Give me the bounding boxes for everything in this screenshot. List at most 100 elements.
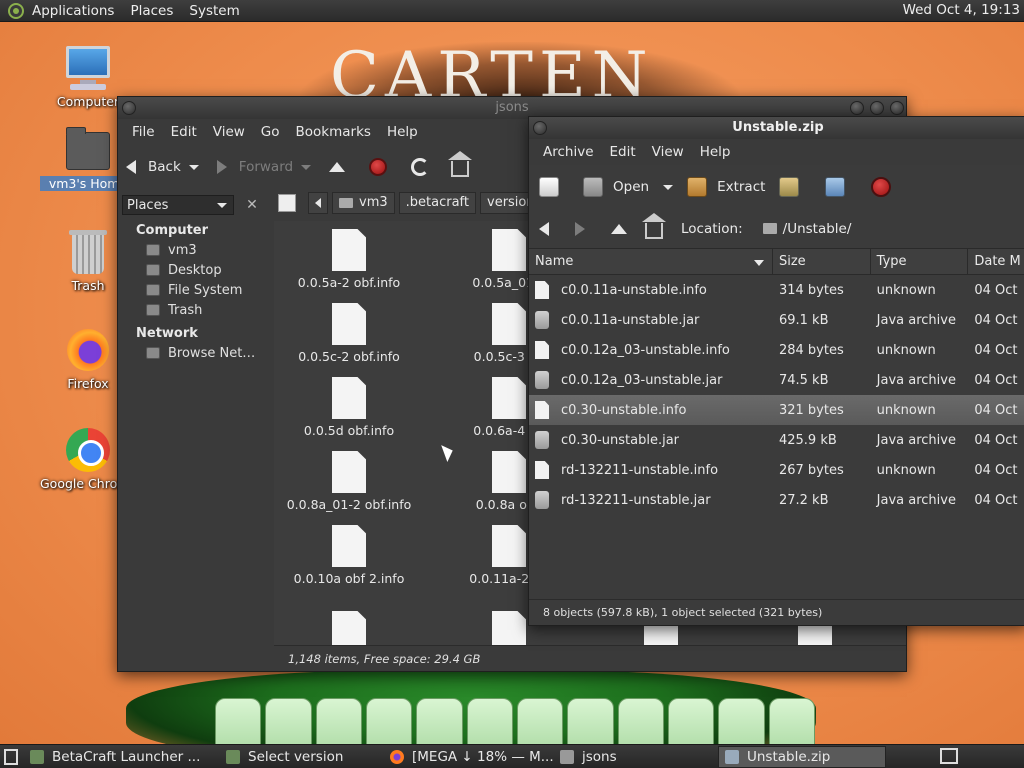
taskbar-item[interactable]: Select version <box>220 746 384 768</box>
taskbar-item[interactable]: [MEGA ↓ 18% — M... <box>384 746 554 768</box>
back-button[interactable]: Back <box>126 159 199 175</box>
menu-go[interactable]: Go <box>253 124 288 140</box>
sidebar-item-desktop[interactable]: Desktop <box>118 260 270 280</box>
file-item-partial[interactable] <box>274 611 424 647</box>
column-header-type[interactable]: Type <box>871 249 969 274</box>
menu-edit[interactable]: Edit <box>163 124 205 140</box>
breadcrumb-betacraft[interactable]: .betacraft <box>398 192 476 214</box>
edit-location-icon[interactable] <box>278 194 296 212</box>
chrome-icon <box>64 426 112 474</box>
table-row[interactable]: rd-132211-unstable.jar 27.2 kB Java arch… <box>529 485 1024 515</box>
home-folder-icon <box>64 126 112 174</box>
forward-button[interactable] <box>575 221 589 236</box>
sidebar-item-browse-network[interactable]: Browse Net… <box>118 343 270 363</box>
window-menu-button[interactable] <box>533 121 547 135</box>
file-item[interactable]: 0.0.5d obf.info <box>274 377 424 438</box>
stop-button[interactable] <box>369 158 388 176</box>
table-row[interactable]: c0.0.12a_03-unstable.jar 74.5 kB Java ar… <box>529 365 1024 395</box>
menu-help[interactable]: Help <box>379 124 426 140</box>
menu-system[interactable]: System <box>189 3 239 19</box>
breadcrumb-back[interactable] <box>308 192 328 214</box>
table-row[interactable]: c0.0.11a-unstable.info 314 bytes unknown… <box>529 275 1024 305</box>
taskbar-item[interactable]: jsons <box>554 746 718 768</box>
menu-places[interactable]: Places <box>130 3 173 19</box>
desktop-icon <box>146 264 160 276</box>
maximize-button[interactable] <box>870 101 884 115</box>
location-field[interactable]: /Unstable/ <box>762 221 851 237</box>
chevron-down-icon[interactable] <box>188 164 199 170</box>
add-folder-button[interactable] <box>825 177 857 197</box>
sidebar-item-vm3[interactable]: vm3 <box>118 240 270 260</box>
forward-button[interactable]: Forward <box>216 159 312 175</box>
menu-help[interactable]: Help <box>692 144 739 160</box>
computer-icon <box>64 44 112 92</box>
reload-button[interactable] <box>411 158 430 176</box>
up-button[interactable] <box>611 223 627 234</box>
file-item[interactable]: 0.0.5c-2 obf.info <box>274 303 424 364</box>
window-titlebar[interactable]: Unstable.zip <box>529 117 1024 139</box>
home-button[interactable] <box>448 151 473 177</box>
open-button[interactable]: Open <box>583 177 674 197</box>
up-button[interactable] <box>329 162 346 172</box>
sidebar-item-file-system[interactable]: File System <box>118 280 270 300</box>
taskbar-label: Unstable.zip <box>747 748 831 765</box>
menu-view[interactable]: View <box>644 144 692 160</box>
text-file-icon <box>535 401 549 419</box>
show-desktop-icon[interactable] <box>4 748 18 765</box>
menu-view[interactable]: View <box>205 124 253 140</box>
close-sidebar-icon[interactable]: ✕ <box>242 195 262 215</box>
taskbar-item[interactable]: BetaCraft Launcher ... <box>24 746 220 768</box>
row-date: 04 Oct <box>974 432 1018 448</box>
home-button[interactable] <box>642 212 666 239</box>
row-size: 321 bytes <box>778 402 844 418</box>
panel-clock[interactable]: Wed Oct 4, 19:13 <box>903 2 1020 18</box>
file-item[interactable]: 0.0.5a-2 obf.info <box>274 229 424 290</box>
table-row[interactable]: c0.0.11a-unstable.jar 69.1 kB Java archi… <box>529 305 1024 335</box>
sidebar-item-trash[interactable]: Trash <box>118 300 270 320</box>
row-name: c0.30-unstable.jar <box>561 432 680 448</box>
chevron-down-icon[interactable] <box>301 164 312 170</box>
table-row[interactable]: rd-132211-unstable.info 267 bytes unknow… <box>529 455 1024 485</box>
menu-archive[interactable]: Archive <box>535 144 602 160</box>
up-arrow-icon <box>329 162 346 172</box>
menu-applications[interactable]: Applications <box>32 3 114 19</box>
menu-file[interactable]: File <box>124 124 163 140</box>
firefox-icon <box>64 326 112 374</box>
back-button[interactable] <box>539 221 553 236</box>
taskbar-label: jsons <box>582 748 617 765</box>
chevron-down-icon <box>217 202 227 208</box>
chevron-down-icon[interactable] <box>663 184 674 190</box>
table-row[interactable]: c0.30-unstable.jar 425.9 kB Java archive… <box>529 425 1024 455</box>
table-row[interactable]: c0.0.12a_03-unstable.info 284 bytes unkn… <box>529 335 1024 365</box>
folder-icon <box>560 749 574 764</box>
workspace-switcher-icon[interactable] <box>940 748 958 764</box>
breadcrumb-vm3[interactable]: vm3 <box>332 192 395 214</box>
add-files-button[interactable] <box>779 177 811 197</box>
network-icon <box>146 347 160 359</box>
places-combo[interactable]: Places <box>122 195 234 215</box>
status-bar: 1,148 items, Free space: 29.4 GB <box>274 645 906 671</box>
column-header-date[interactable]: Date M <box>968 249 1024 274</box>
close-button[interactable] <box>890 101 904 115</box>
minimize-button[interactable] <box>850 101 864 115</box>
distro-logo-icon[interactable] <box>8 2 24 19</box>
jar-file-icon <box>535 371 549 389</box>
menu-bookmarks[interactable]: Bookmarks <box>288 124 379 140</box>
stop-button[interactable] <box>871 177 901 197</box>
extract-button[interactable]: Extract <box>687 177 765 197</box>
new-archive-button[interactable] <box>539 177 569 197</box>
row-type: Java archive <box>876 312 956 328</box>
window-menu-button[interactable] <box>122 101 136 115</box>
column-header-name[interactable]: Name <box>529 249 773 274</box>
taskbar-item-active[interactable]: Unstable.zip <box>718 745 886 768</box>
menu-edit[interactable]: Edit <box>602 144 644 160</box>
up-arrow-icon <box>611 223 627 234</box>
file-item[interactable]: 0.0.10a obf 2.info <box>274 525 424 586</box>
row-date: 04 Oct <box>974 402 1018 418</box>
file-item[interactable]: 0.0.8a_01-2 obf.info <box>274 451 424 512</box>
sidebar-item-label: Trash <box>168 302 203 318</box>
row-type: unknown <box>876 342 936 358</box>
table-row-selected[interactable]: c0.30-unstable.info 321 bytes unknown 04… <box>529 395 1024 425</box>
column-header-size[interactable]: Size <box>773 249 871 274</box>
document-icon <box>492 377 526 419</box>
